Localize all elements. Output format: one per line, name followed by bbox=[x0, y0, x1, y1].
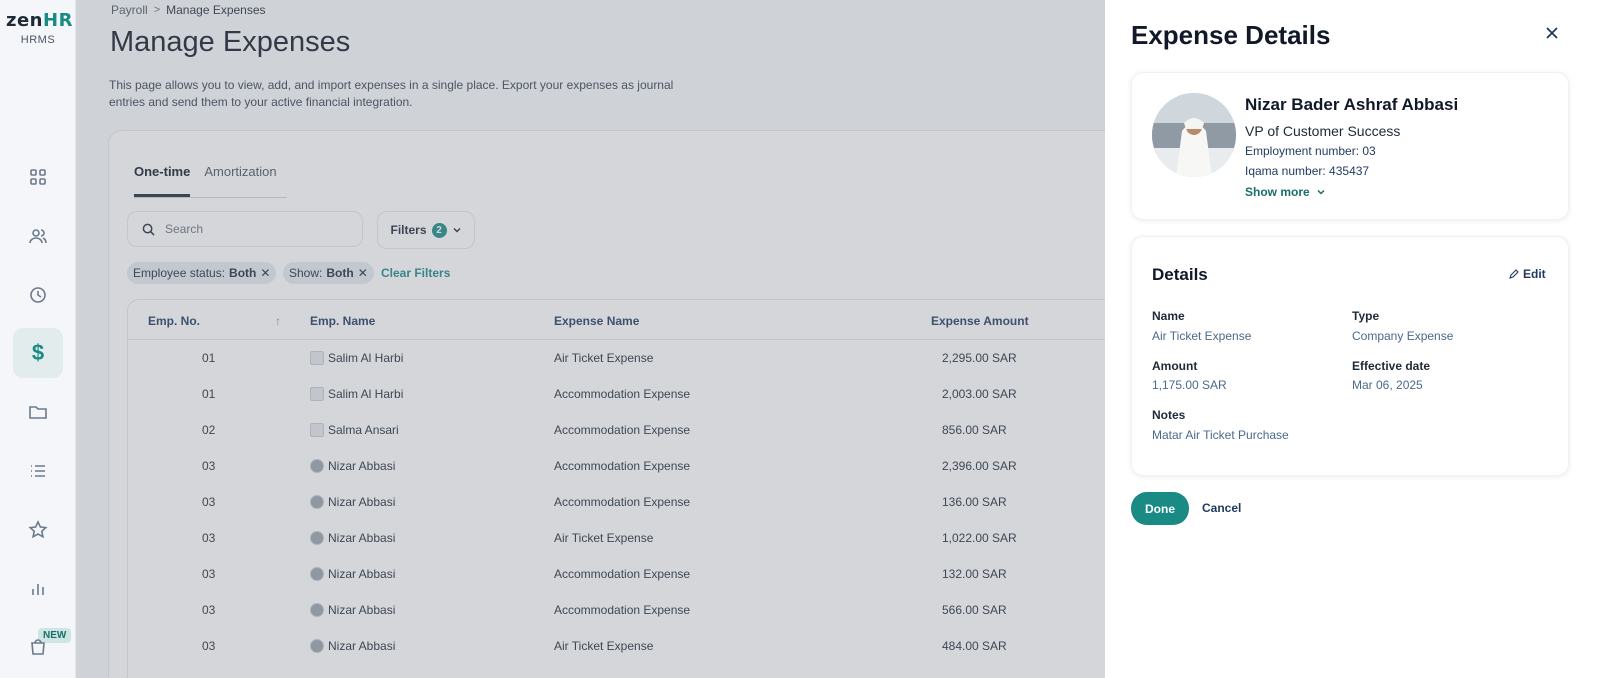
clock-icon bbox=[30, 287, 46, 303]
amount-label: Amount bbox=[1152, 359, 1198, 373]
zenhr-logo[interactable]: zenHR HRMS bbox=[6, 10, 73, 46]
effective-date-label: Effective date bbox=[1352, 359, 1431, 373]
bar-chart-icon bbox=[32, 584, 44, 595]
logo-accent: HR bbox=[43, 10, 73, 31]
iqama-number: Iqama number: 435437 bbox=[1245, 164, 1370, 178]
sidebar-item-time[interactable] bbox=[13, 270, 63, 320]
amount-value: 1,175.00 SAR bbox=[1152, 378, 1227, 392]
type-value: Company Expense bbox=[1352, 329, 1454, 343]
edit-label: Edit bbox=[1523, 267, 1546, 281]
effective-date-value: Mar 06, 2025 bbox=[1352, 378, 1423, 392]
bag-icon bbox=[31, 639, 45, 655]
sidebar: zenHR HRMS $ NEW bbox=[0, 0, 76, 678]
folder-icon bbox=[29, 406, 47, 419]
cancel-button[interactable]: Cancel bbox=[1202, 501, 1241, 515]
name-label: Name bbox=[1152, 309, 1185, 323]
star-icon bbox=[28, 520, 48, 539]
dollar-icon: $ bbox=[31, 340, 45, 365]
name-value: Air Ticket Expense bbox=[1152, 329, 1252, 343]
expense-details-drawer: Expense Details Nizar Bader Ashraf Abbas… bbox=[1105, 0, 1600, 678]
edit-button[interactable]: Edit bbox=[1508, 267, 1546, 281]
people-icon bbox=[29, 229, 47, 244]
notes-value: Matar Air Ticket Purchase bbox=[1152, 428, 1289, 442]
sidebar-item-dashboard[interactable] bbox=[13, 152, 63, 202]
employment-number: Employment number: 03 bbox=[1245, 144, 1376, 158]
sidebar-item-favorites[interactable] bbox=[13, 505, 63, 555]
logo-text: zen bbox=[6, 10, 43, 31]
sidebar-item-people[interactable] bbox=[13, 211, 63, 261]
employee-avatar bbox=[1152, 93, 1236, 177]
show-more-button[interactable]: Show more bbox=[1245, 185, 1326, 199]
modal-backdrop[interactable] bbox=[76, 0, 1181, 678]
employee-name: Nizar Bader Ashraf Abbasi bbox=[1245, 95, 1459, 114]
sidebar-item-documents[interactable] bbox=[13, 387, 63, 437]
show-more-label: Show more bbox=[1245, 185, 1310, 199]
sidebar-item-payroll[interactable]: $ bbox=[13, 328, 63, 378]
chevron-down-icon bbox=[1317, 189, 1325, 195]
close-drawer-button[interactable] bbox=[1545, 26, 1565, 46]
employee-role: VP of Customer Success bbox=[1245, 123, 1401, 139]
close-icon bbox=[1546, 27, 1558, 39]
drawer-title: Expense Details bbox=[1131, 20, 1331, 50]
sidebar-item-requests[interactable] bbox=[13, 446, 63, 496]
details-heading: Details bbox=[1152, 265, 1208, 284]
pencil-icon bbox=[1509, 269, 1519, 279]
list-icon bbox=[31, 465, 45, 477]
type-label: Type bbox=[1352, 309, 1380, 323]
logo-subtitle: HRMS bbox=[20, 34, 56, 46]
sidebar-item-reports[interactable] bbox=[13, 564, 63, 614]
notes-label: Notes bbox=[1152, 408, 1186, 422]
sidebar-item-marketplace[interactable] bbox=[13, 622, 63, 672]
done-button[interactable]: Done bbox=[1131, 492, 1189, 525]
details-card: Details Edit Name Air Ticket Expense Typ… bbox=[1131, 236, 1569, 476]
dashboard-grid-icon bbox=[30, 169, 46, 185]
employee-card: Nizar Bader Ashraf Abbasi VP of Customer… bbox=[1131, 72, 1569, 220]
